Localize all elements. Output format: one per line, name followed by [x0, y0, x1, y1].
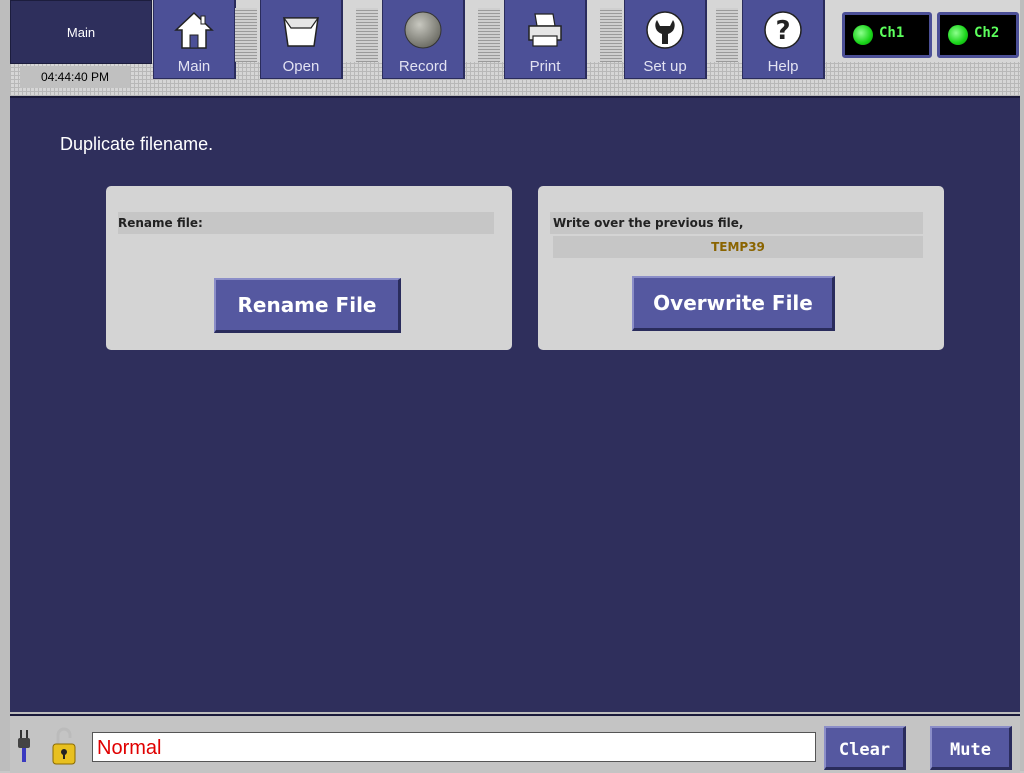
main-button-label: Main	[177, 58, 211, 75]
open-button[interactable]: Open	[260, 0, 343, 79]
svg-text:?: ?	[775, 16, 790, 46]
print-button[interactable]: Print	[504, 0, 587, 79]
power-plug-icon	[18, 730, 30, 762]
rename-panel: Rename file: Rename File	[106, 186, 512, 350]
printer-icon	[528, 13, 562, 47]
mode-display: Main	[10, 0, 152, 64]
app-frame: Main 04:44:40 PM Main Open Record Print …	[0, 0, 1024, 773]
status-led-icon	[948, 25, 968, 45]
rename-file-button[interactable]: Rename File	[214, 278, 401, 333]
home-icon	[174, 11, 214, 49]
record-button-label: Record	[398, 58, 448, 75]
setup-button[interactable]: Set up	[624, 0, 707, 79]
toolbar-divider	[716, 8, 738, 62]
toolbar-divider	[478, 8, 500, 62]
channel-2-indicator[interactable]: Ch2	[937, 12, 1019, 58]
help-button-label: Help	[767, 58, 799, 75]
status-message: Normal	[92, 732, 816, 762]
page-title: Duplicate filename.	[60, 134, 214, 154]
print-button-label: Print	[529, 58, 561, 75]
bottom-bar: Normal Clear Mute	[10, 714, 1020, 773]
setup-button-label: Set up	[643, 58, 687, 75]
wrench-icon	[646, 11, 684, 49]
overwrite-label: Write over the previous file,	[550, 212, 923, 234]
folder-icon	[282, 17, 320, 47]
mute-button[interactable]: Mute	[930, 726, 1012, 770]
channel-1-indicator[interactable]: Ch1	[842, 12, 932, 58]
mode-label: Main	[66, 25, 96, 40]
toolbar-divider	[235, 8, 257, 62]
help-button[interactable]: ? Help	[742, 0, 825, 79]
overwrite-file-button[interactable]: Overwrite File	[632, 276, 835, 331]
rename-file-label: Rename file:	[118, 216, 203, 230]
status-led-icon	[853, 25, 873, 45]
channel-2-label: Ch2	[974, 25, 1000, 41]
main-button[interactable]: Main	[153, 0, 236, 79]
toolbar-divider	[356, 8, 378, 62]
toolbar-divider	[600, 8, 622, 62]
channel-1-label: Ch1	[879, 25, 905, 41]
record-icon	[404, 11, 442, 49]
top-toolbar: Main 04:44:40 PM Main Open Record Print …	[10, 0, 1020, 98]
record-button[interactable]: Record	[382, 0, 465, 79]
main-area: Duplicate filename. Rename file: Rename …	[10, 98, 1020, 712]
clock: 04:44:40 PM	[20, 66, 130, 88]
clear-button[interactable]: Clear	[824, 726, 906, 770]
unlocked-icon[interactable]	[50, 726, 78, 766]
help-icon: ?	[764, 11, 802, 49]
overwrite-panel: Write over the previous file, TEMP39 Ove…	[538, 186, 944, 350]
open-button-label: Open	[282, 58, 320, 75]
rename-file-row[interactable]: Rename file:	[118, 212, 494, 234]
overwrite-filename: TEMP39	[553, 236, 923, 258]
